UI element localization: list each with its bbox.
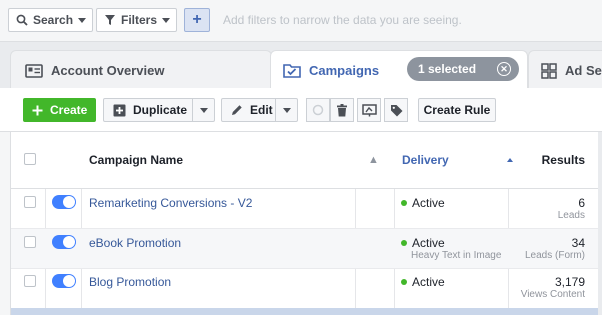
scrollbar[interactable]: [598, 132, 602, 315]
search-icon: [15, 13, 29, 27]
selection-count: 1 selected: [418, 62, 477, 76]
tab-ad-sets[interactable]: Ad Se: [528, 50, 602, 90]
delivery-note: Heavy Text in Image: [411, 250, 502, 261]
delivery-label: Active: [412, 196, 445, 210]
tag-icon: [390, 104, 403, 117]
warning-icon[interactable]: ▲: [368, 132, 379, 188]
campaign-name-link[interactable]: eBook Promotion: [89, 236, 181, 250]
toolbar: Create Duplicate Edit Create Rule: [0, 88, 602, 132]
search-label: Search: [33, 13, 74, 27]
delivery-header-label: Delivery: [402, 153, 449, 167]
selection-pill: 1 selected ✕: [407, 57, 519, 81]
filter-hint: Add filters to narrow the data you are s…: [223, 13, 462, 27]
delivery-label: Active: [412, 275, 445, 289]
edit-dropdown[interactable]: [275, 99, 297, 121]
row-checkbox[interactable]: [24, 196, 36, 208]
tab-label: Ad Se: [565, 63, 602, 78]
campaign-toggle[interactable]: [52, 195, 76, 209]
filter-icon: [103, 13, 117, 27]
tag-button[interactable]: [384, 98, 408, 122]
delivery-status: Active: [401, 275, 445, 289]
ab-test-button[interactable]: [357, 98, 381, 122]
sort-ascending-icon: [506, 158, 513, 162]
campaign-name-link[interactable]: Blog Promotion: [89, 275, 171, 289]
active-status-dot: [401, 279, 407, 285]
table-header: Campaign Name ▲ Delivery Results: [11, 132, 602, 189]
column-header-delivery[interactable]: Delivery: [402, 132, 513, 188]
table-row[interactable]: eBook Promotion Active Heavy Text in Ima…: [11, 229, 602, 269]
result-value: 34: [571, 236, 585, 250]
campaign-name-link[interactable]: Remarketing Conversions - V2: [89, 196, 252, 210]
selected-row-partial[interactable]: [11, 308, 602, 315]
trash-icon: [336, 103, 348, 117]
filters-label: Filters: [121, 13, 158, 27]
campaign-toggle[interactable]: [52, 274, 76, 288]
row-checkbox[interactable]: [24, 236, 36, 248]
delivery-status: Active: [401, 236, 445, 250]
duplicate-button[interactable]: Duplicate: [103, 98, 215, 122]
chevron-down-icon: [78, 17, 87, 23]
chevron-down-icon: [282, 107, 291, 113]
result-value: 3,179: [554, 275, 585, 289]
filter-bar: Search Filters + Add filters to narrow t…: [0, 0, 602, 42]
active-status-dot: [401, 200, 407, 206]
row-checkbox[interactable]: [24, 275, 36, 287]
duplicate-label: Duplicate: [133, 103, 188, 117]
account-overview-icon: [25, 63, 43, 78]
search-button[interactable]: Search: [8, 8, 94, 32]
ad-sets-grid-icon: [541, 62, 557, 79]
create-button[interactable]: Create: [23, 98, 96, 122]
ab-test-icon: [361, 103, 377, 117]
plus-icon: [32, 105, 43, 116]
chevron-down-icon: [199, 107, 208, 113]
add-filter-button[interactable]: +: [184, 8, 210, 32]
table-row[interactable]: Blog Promotion Active 3,179 Views Conten…: [11, 269, 602, 309]
campaign-toggle[interactable]: [52, 235, 76, 249]
duplicate-dropdown[interactable]: [192, 99, 214, 121]
result-value: 6: [578, 196, 585, 210]
campaign-folder-icon: [283, 63, 301, 78]
clear-selection-icon[interactable]: ✕: [497, 62, 511, 76]
pencil-icon: [231, 104, 243, 116]
loading-icon: [312, 104, 324, 116]
table-row[interactable]: Remarketing Conversions - V2 Active 6 Le…: [11, 189, 602, 229]
result-label: Leads: [557, 210, 585, 221]
chevron-down-icon: [162, 17, 171, 23]
active-status-dot: [401, 240, 407, 246]
duplicate-icon: [113, 104, 126, 117]
create-label: Create: [50, 103, 88, 117]
edit-label: Edit: [250, 103, 273, 117]
column-header-results[interactable]: Results: [542, 132, 585, 188]
tab-label: Account Overview: [51, 63, 165, 78]
refresh-button[interactable]: [306, 98, 330, 122]
tab-label: Campaigns: [309, 63, 380, 78]
filters-button[interactable]: Filters: [96, 8, 178, 32]
select-all-checkbox[interactable]: [24, 153, 36, 165]
delete-button[interactable]: [330, 98, 354, 122]
create-rule-button[interactable]: Create Rule: [418, 98, 496, 122]
result-label: Views Content: [520, 289, 585, 300]
delivery-label: Active: [412, 236, 445, 250]
edit-button[interactable]: Edit: [221, 98, 298, 122]
column-header-campaign-name[interactable]: Campaign Name: [89, 132, 183, 188]
result-label: Leads (Form): [524, 250, 585, 261]
campaigns-table: Campaign Name ▲ Delivery Results Remarke…: [10, 132, 602, 315]
delivery-status: Active: [401, 196, 445, 210]
tab-account-overview[interactable]: Account Overview: [10, 50, 272, 90]
ads-manager: Search Filters + Add filters to narrow t…: [0, 0, 602, 315]
